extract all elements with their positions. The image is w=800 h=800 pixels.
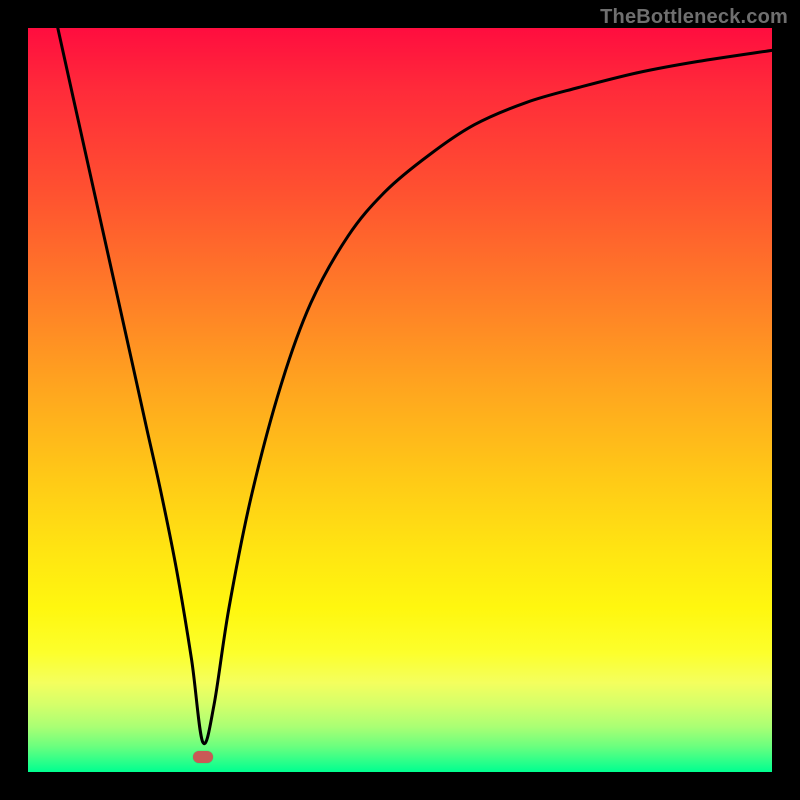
curve-line (58, 28, 772, 744)
chart-frame: TheBottleneck.com (0, 0, 800, 800)
minimum-marker (193, 751, 213, 763)
curve-svg (28, 28, 772, 772)
plot-area (28, 28, 772, 772)
watermark-text: TheBottleneck.com (600, 6, 788, 29)
